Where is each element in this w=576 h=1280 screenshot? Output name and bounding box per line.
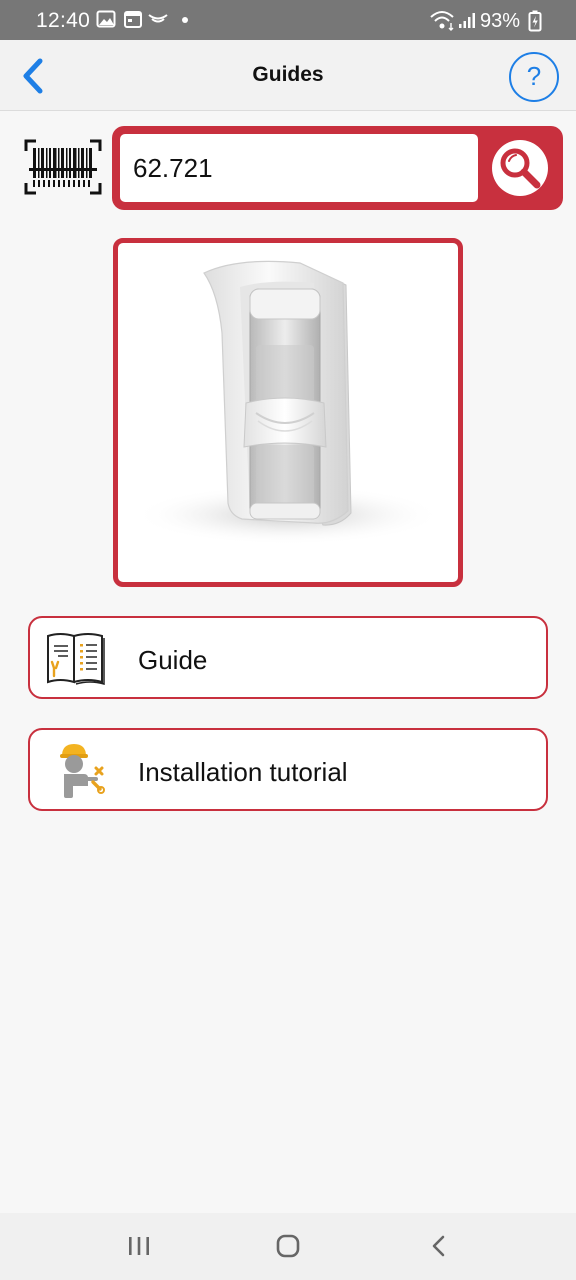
installation-tutorial-card[interactable]: Installation tutorial <box>28 728 548 811</box>
back-icon[interactable] <box>427 1233 451 1259</box>
guide-label: Guide <box>138 645 208 675</box>
product-image-frame <box>113 238 463 587</box>
help-icon: ? <box>526 61 542 91</box>
signal-icon <box>148 14 168 23</box>
status-bar: 12:40 93% <box>0 0 576 40</box>
help-button[interactable]: ? <box>509 52 559 102</box>
gallery-icon <box>96 10 116 28</box>
magnifier-icon <box>500 148 541 189</box>
manual-book-icon <box>47 633 105 685</box>
app-bar: Guides ? <box>0 40 576 111</box>
wifi-icon <box>430 11 454 31</box>
battery-icon <box>528 10 542 32</box>
page-title: Guides <box>252 63 324 86</box>
installer-worker-icon <box>60 744 105 798</box>
guide-card[interactable]: Guide <box>28 616 548 699</box>
barcode-scan-icon <box>24 139 102 195</box>
battery-percent: 93% <box>479 10 520 32</box>
search-box <box>112 126 563 210</box>
navigation-bar <box>0 1213 576 1280</box>
recent-apps-icon[interactable] <box>126 1233 152 1259</box>
cell-signal-icon <box>459 13 475 28</box>
home-icon[interactable] <box>275 1233 301 1259</box>
search-input[interactable] <box>120 134 478 202</box>
dot-icon <box>182 17 188 23</box>
search-button[interactable] <box>492 140 548 196</box>
barcode-scan-button[interactable] <box>24 139 102 195</box>
calendar-icon <box>124 11 142 28</box>
motion-detector-image <box>133 260 443 545</box>
installation-tutorial-label: Installation tutorial <box>138 757 348 787</box>
status-time: 12:40 <box>36 9 91 32</box>
